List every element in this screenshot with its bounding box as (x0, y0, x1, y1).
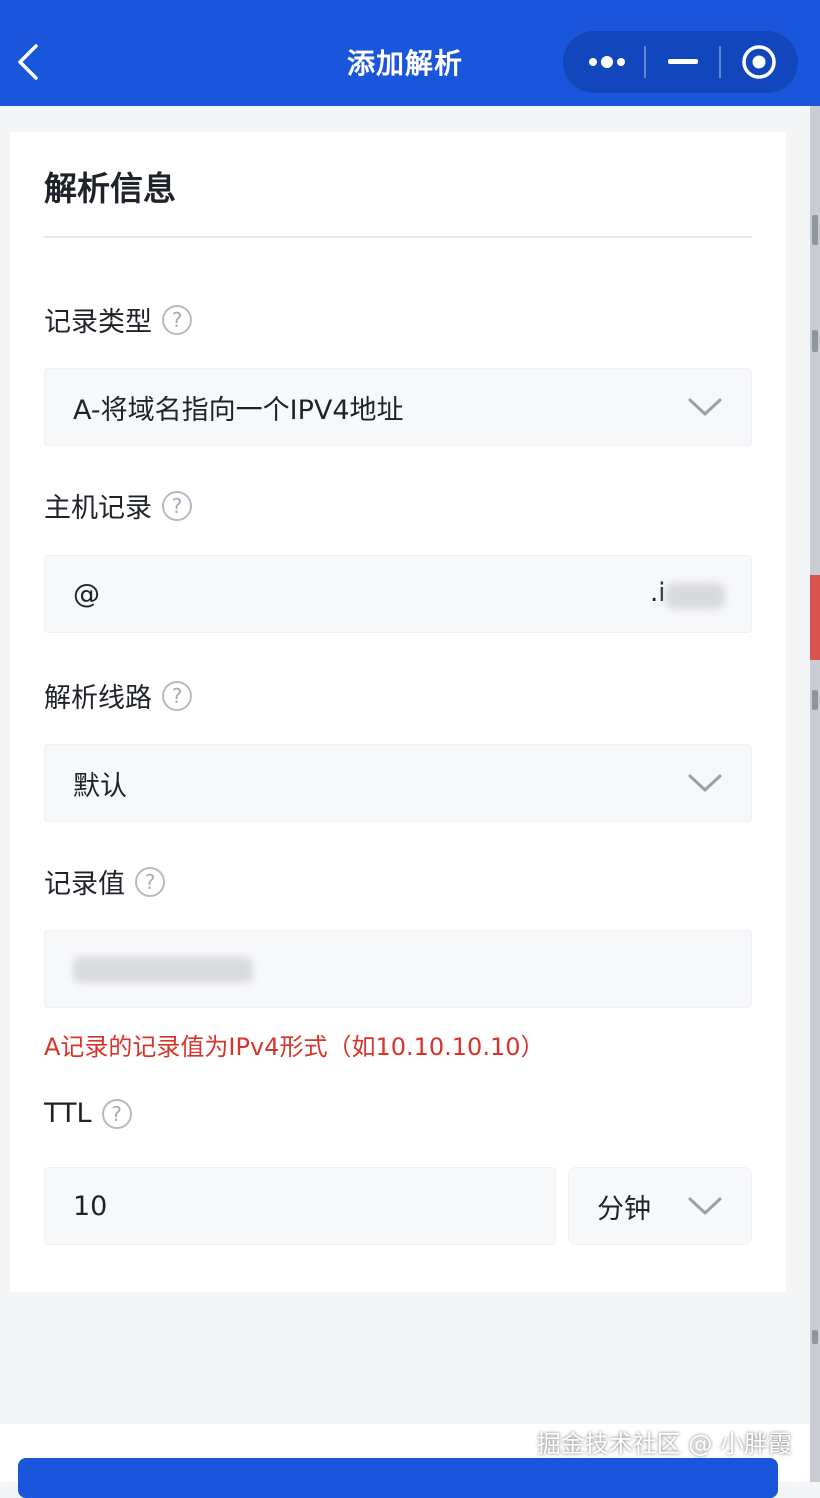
help-icon[interactable]: ? (162, 304, 192, 335)
submit-button[interactable] (18, 1458, 778, 1498)
help-icon[interactable]: ? (162, 490, 192, 521)
validation-error: A记录的记录值为IPv4形式（如10.10.10.10） (44, 1033, 545, 1061)
more-button[interactable] (569, 31, 645, 93)
record-type-select[interactable]: A-将域名指向一个IPV4地址 (44, 368, 752, 446)
help-icon[interactable]: ? (101, 1098, 132, 1129)
target-circle-icon (742, 45, 776, 79)
navigation-bar: 添加解析 (0, 0, 810, 106)
more-dots-icon (589, 56, 625, 68)
host-record-label-text: 主机记录 (44, 493, 152, 524)
record-type-label-text: 记录类型 (44, 307, 152, 338)
line-select[interactable]: 默认 (44, 744, 752, 822)
ttl-unit-value: 分钟 (597, 1193, 651, 1225)
ttl-label-text: TTL (44, 1098, 92, 1129)
ttl-unit-select[interactable]: 分钟 (568, 1167, 752, 1245)
line-label-text: 解析线路 (44, 683, 152, 714)
help-icon[interactable]: ? (135, 866, 165, 897)
mini-program-capsule (563, 31, 798, 93)
domain-suffix: .i (650, 578, 666, 608)
chevron-down-icon (688, 398, 722, 416)
ttl-input[interactable]: 10 (44, 1167, 556, 1245)
help-icon[interactable]: ? (162, 680, 192, 711)
close-button[interactable] (721, 31, 797, 93)
chevron-down-icon (688, 1197, 722, 1215)
chevron-down-icon (688, 774, 722, 792)
host-record-input[interactable]: @ .i (44, 555, 752, 633)
line-label: 解析线路 ? (44, 676, 192, 715)
line-value: 默认 (73, 770, 127, 802)
record-type-value: A-将域名指向一个IPV4地址 (73, 394, 404, 426)
redacted-domain (665, 583, 725, 609)
minimize-button[interactable] (646, 31, 720, 93)
host-record-label: 主机记录 ? (44, 486, 192, 525)
ttl-value: 10 (73, 1190, 108, 1222)
background-window-edge (810, 0, 820, 1482)
ttl-label: TTL ? (44, 1098, 132, 1129)
record-value-input[interactable] (44, 930, 752, 1008)
section-divider (44, 236, 752, 238)
redacted-placeholder (73, 957, 253, 983)
host-record-value: @ (73, 578, 100, 610)
section-title: 解析信息 (44, 169, 176, 208)
record-type-label: 记录类型 ? (44, 300, 192, 339)
watermark: 掘金技术社区 @ 小胖霞 (536, 1430, 792, 1458)
record-value-label-text: 记录值 (44, 869, 125, 900)
minimize-icon (668, 59, 698, 64)
record-value-label: 记录值 ? (44, 862, 165, 901)
